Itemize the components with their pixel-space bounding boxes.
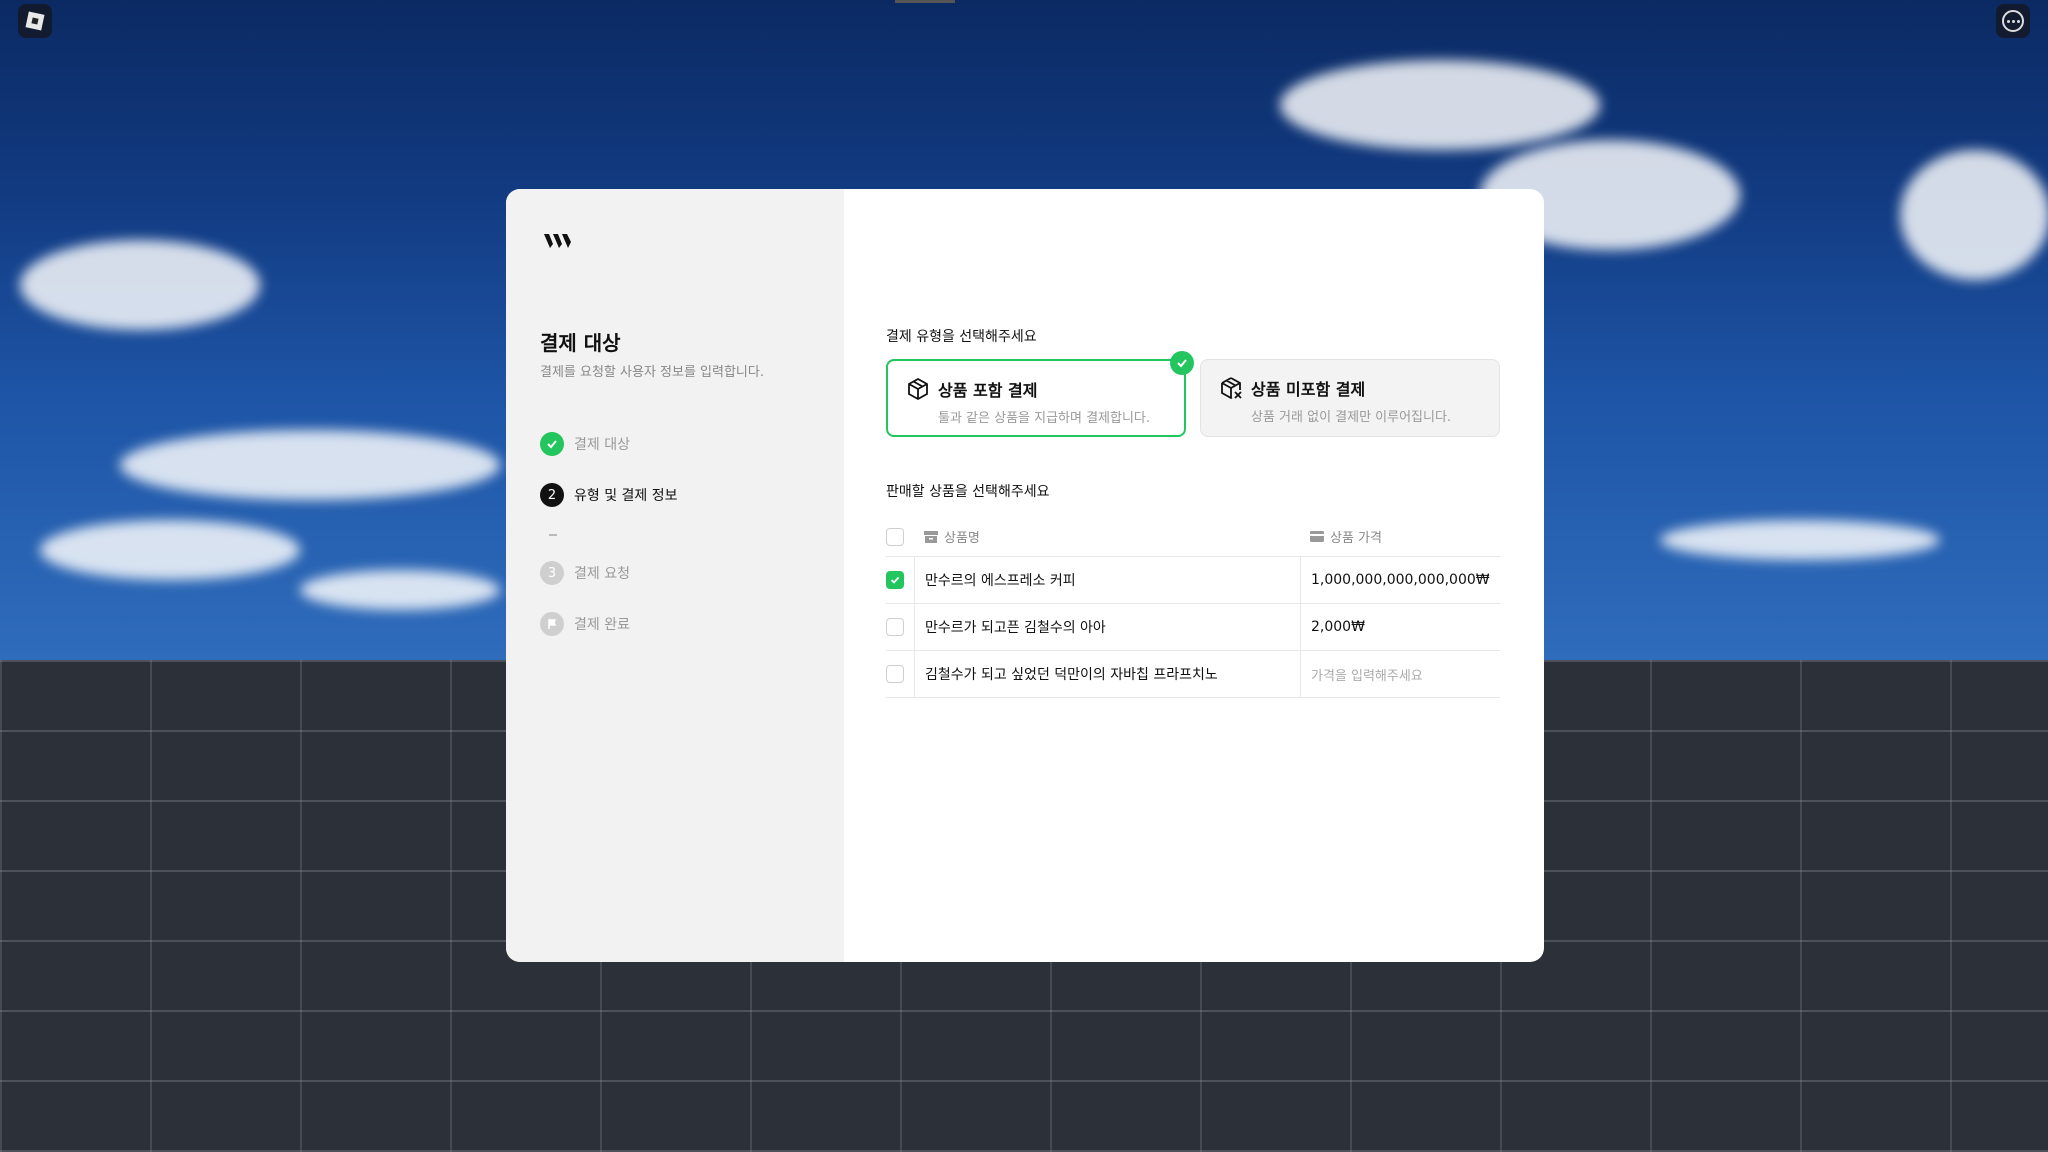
card-title: 상품 미포함 결제 [1251,380,1366,399]
more-dots-icon [2002,10,2024,32]
more-options-button[interactable] [1996,4,2030,38]
row-checkbox[interactable] [886,571,904,589]
card-title: 상품 포함 결제 [938,381,1038,400]
flag-icon [540,612,564,636]
cloud [300,570,500,610]
card-description: 상품 거래 없이 결제만 이루어집니다. [1251,410,1452,425]
price-input[interactable]: 가격을 입력해주세요 [1300,651,1500,697]
step-item-request: 3 결제 요청 [540,561,630,585]
step-item-complete: 결제 완료 [540,612,630,636]
cloud [1660,520,1940,560]
step-number-icon: 2 [540,483,564,507]
package-off-icon [1219,376,1243,400]
step-label: 유형 및 결제 정보 [574,488,678,504]
form-panel: 결제 유형을 선택해주세요 상품 포함 결제 툴과 같은 상품을 지급하며 결제… [844,189,1544,962]
package-icon [906,377,930,401]
row-checkbox[interactable] [886,665,904,683]
table-header-row: 상품명 상품 가격 [886,517,1500,557]
cloud [20,240,260,330]
table-row: 만수르의 에스프레소 커피 1,000,000,000,000,000₩ [886,557,1500,604]
step-connector [549,534,557,536]
row-checkbox[interactable] [886,618,904,636]
product-name: 만수르가 되고픈 김철수의 아아 [914,604,1300,650]
step-label: 결제 완료 [574,617,630,633]
roblox-menu-button[interactable] [18,4,52,38]
archive-icon [924,530,938,543]
brand-logo-icon [542,229,572,259]
cloud [1280,60,1600,150]
top-handle [895,0,955,3]
panel-title: 결제 대상 [540,331,621,355]
price-input[interactable]: 2,000₩ [1300,604,1500,650]
panel-description: 결제를 요청할 사용자 정보를 입력합니다. [540,365,764,380]
step-item-type-info: 2 유형 및 결제 정보 [540,483,678,507]
cloud [40,520,300,580]
select-all-checkbox[interactable] [886,527,904,546]
product-name: 만수르의 에스프레소 커피 [914,557,1300,603]
price-placeholder: 가격을 입력해주세요 [1311,668,1423,684]
product-section-title: 판매할 상품을 선택해주세요 [886,484,1050,500]
card-icon [1310,531,1324,542]
card-description: 툴과 같은 상품을 지급하며 결제합니다. [938,411,1151,426]
payment-modal: 결제 대상 결제를 요청할 사용자 정보를 입력합니다. 결제 대상 2 유형 … [506,189,1544,962]
steps-panel: 결제 대상 결제를 요청할 사용자 정보를 입력합니다. 결제 대상 2 유형 … [506,189,844,962]
type-card-without-product[interactable]: 상품 미포함 결제 상품 거래 없이 결제만 이루어집니다. [1200,359,1500,437]
check-circle-icon [540,432,564,456]
column-header-name: 상품명 [944,531,980,546]
roblox-logo-icon [25,11,45,31]
table-row: 만수르가 되고픈 김철수의 아아 2,000₩ [886,604,1500,651]
step-number-icon: 3 [540,561,564,585]
product-name: 김철수가 되고 싶었던 덕만이의 자바칩 프라프치노 [914,651,1300,697]
type-card-with-product[interactable]: 상품 포함 결제 툴과 같은 상품을 지급하며 결제합니다. [886,351,1194,437]
step-item-target: 결제 대상 [540,432,630,456]
price-input[interactable]: 1,000,000,000,000,000₩ [1300,557,1500,603]
table-row: 김철수가 되고 싶었던 덕만이의 자바칩 프라프치노 가격을 입력해주세요 [886,651,1500,698]
step-label: 결제 대상 [574,437,630,453]
selected-check-icon [1170,351,1194,375]
column-header-price: 상품 가격 [1330,531,1382,546]
product-table: 상품명 상품 가격 만수르의 에스프레소 커피 1,000,000,000,00… [886,517,1500,698]
step-label: 결제 요청 [574,566,630,582]
cloud [1900,150,2048,280]
type-section-title: 결제 유형을 선택해주세요 [886,329,1037,345]
cloud [120,430,500,500]
